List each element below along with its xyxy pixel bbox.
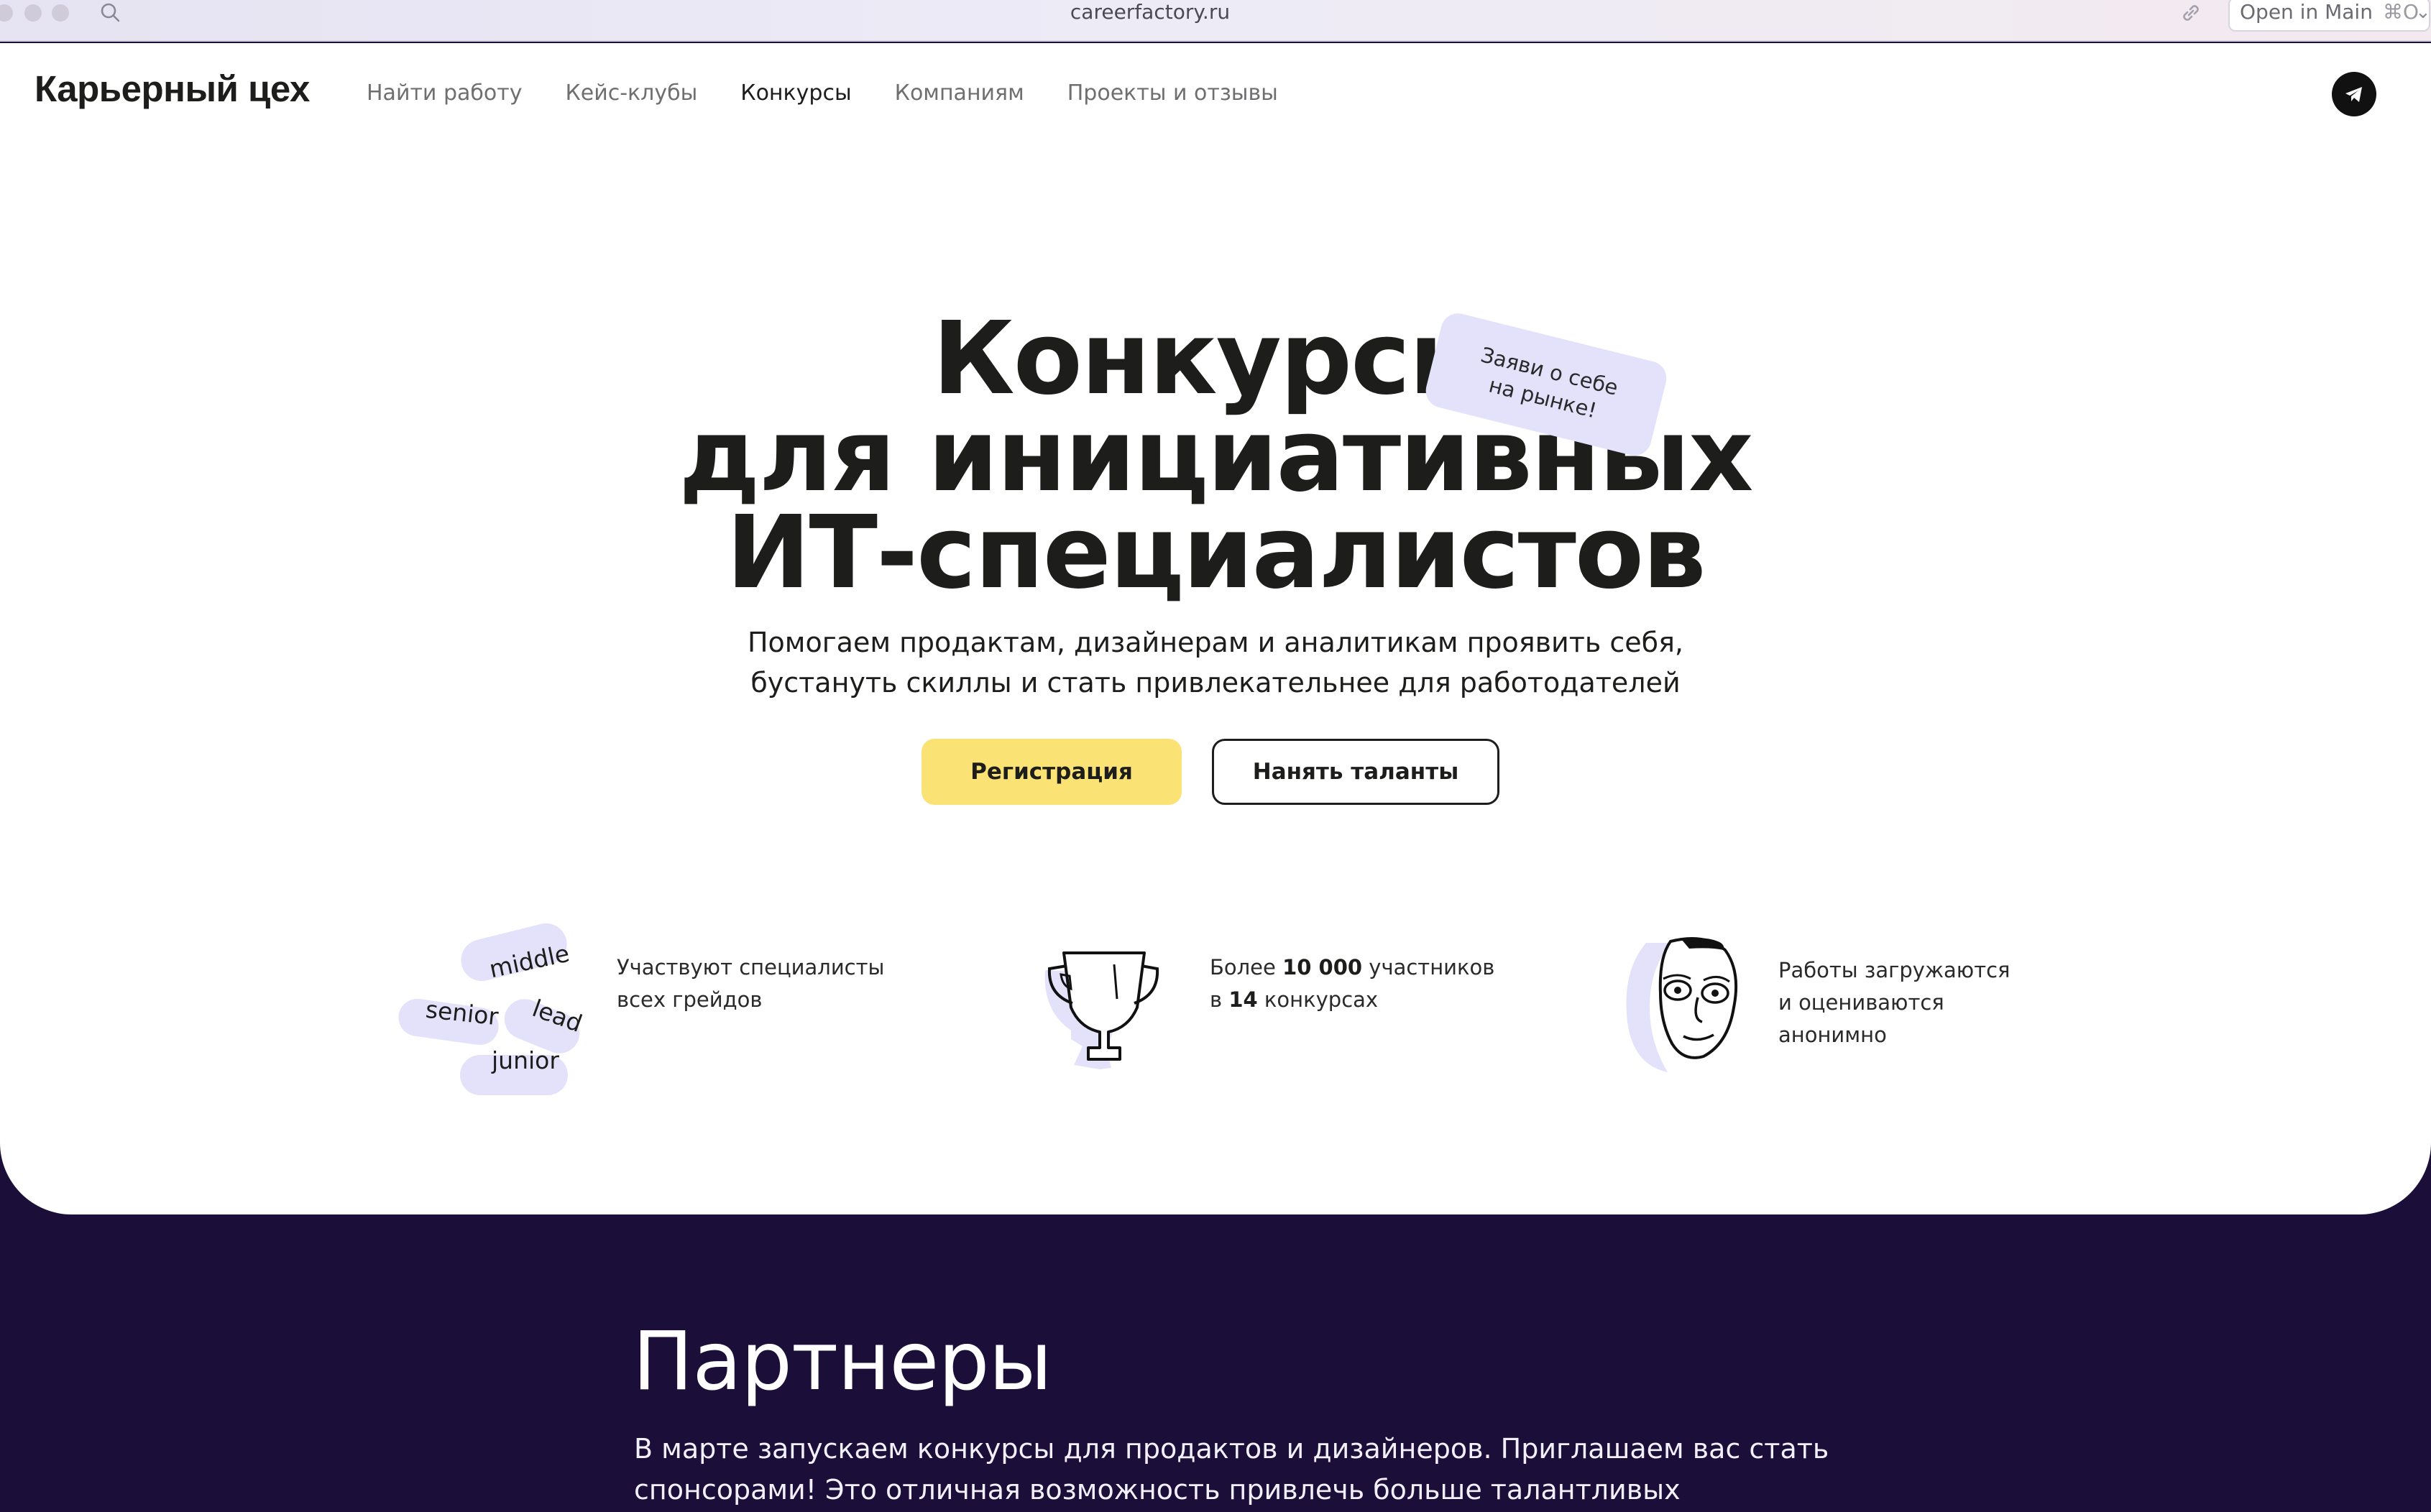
main-nav: Найти работу Кейс-клубы Конкурсы Компани…	[367, 80, 1278, 106]
grade-junior: junior	[492, 1046, 559, 1074]
nav-item-projects-reviews[interactable]: Проекты и отзывы	[1067, 80, 1278, 106]
open-in-main-label: Open in Main	[2240, 0, 2373, 24]
partners-text-line-2: спонсорами! Это отличная возможность при…	[634, 1474, 1681, 1506]
hire-talents-button[interactable]: Нанять таланты	[1212, 739, 1499, 805]
feature-anonymous-line-3: анонимно	[1778, 1023, 1887, 1047]
feature-grades-text: Участвуют специалисты всех грейдов	[617, 951, 884, 1016]
feature-participants-text: Более 10 000 участников в 14 конкурсах	[1210, 951, 1494, 1016]
page-content: Карьерный цех Найти работу Кейс-клубы Ко…	[0, 43, 2431, 1214]
grades-icon: middle senior lead junior	[394, 918, 588, 1107]
trophy-icon	[1044, 951, 1159, 1069]
face-icon	[1626, 937, 1738, 1072]
partners-text-line-1: В марте запускаем конкурсы для продактов…	[634, 1433, 1829, 1465]
shortcut-hint: ⌘O	[2382, 0, 2419, 24]
participants-count: 10 000	[1282, 955, 1363, 979]
chevron-icon[interactable]: ⌄	[2415, 1, 2431, 23]
telegram-button[interactable]	[2332, 72, 2376, 116]
feature-anonymous-line-1: Работы загружаются	[1778, 958, 2010, 982]
window-close-dot[interactable]	[0, 4, 13, 22]
telegram-icon	[2345, 87, 2362, 102]
hero-title-line-2: для инициативных	[679, 397, 1754, 515]
address-bar-url[interactable]: careerfactory.ru	[1006, 0, 1294, 24]
window-zoom-dot[interactable]	[52, 4, 69, 22]
feature-grades-line-1: Участвуют специалисты	[617, 955, 885, 979]
open-in-main-button[interactable]: Open in Main ⌘O	[2228, 0, 2430, 32]
hero-title-line-3: ИТ-специалистов	[726, 494, 1706, 612]
nav-item-find-job[interactable]: Найти работу	[367, 80, 522, 106]
link-icon[interactable]	[2179, 1, 2202, 24]
register-button[interactable]: Регистрация	[922, 739, 1182, 805]
partners-title: Партнеры	[633, 1315, 1052, 1409]
feature-anonymous-text: Работы загружаются и оцениваются анонимн…	[1778, 954, 2010, 1051]
nav-item-companies[interactable]: Компаниям	[895, 80, 1024, 106]
nav-item-contests[interactable]: Конкурсы	[740, 80, 851, 106]
feature-grades-line-2: всех грейдов	[617, 987, 763, 1012]
window-minimize-dot[interactable]	[24, 4, 42, 22]
hero-title-line-1: Конкурсы	[932, 300, 1499, 418]
search-icon[interactable]	[99, 1, 121, 23]
hero-subtitle-line-2: бустануть скиллы и стать привлекательнее…	[750, 667, 1681, 699]
feature-participants-line-2: в 14 конкурсах	[1210, 987, 1379, 1012]
feature-anonymous-line-2: и оцениваются	[1778, 990, 1944, 1015]
browser-toolbar: careerfactory.ru Open in Main ⌘O ⌄	[0, 0, 2431, 42]
partners-text: В марте запускаем конкурсы для продактов…	[634, 1429, 1856, 1512]
hero-subtitle-line-1: Помогаем продактам, дизайнерам и аналити…	[747, 627, 1684, 658]
nav-item-case-clubs[interactable]: Кейс-клубы	[565, 80, 697, 106]
site-logo[interactable]: Карьерный цех	[35, 68, 310, 110]
contests-count: 14	[1228, 987, 1258, 1012]
feature-participants-line-1: Более 10 000 участников	[1210, 955, 1495, 979]
